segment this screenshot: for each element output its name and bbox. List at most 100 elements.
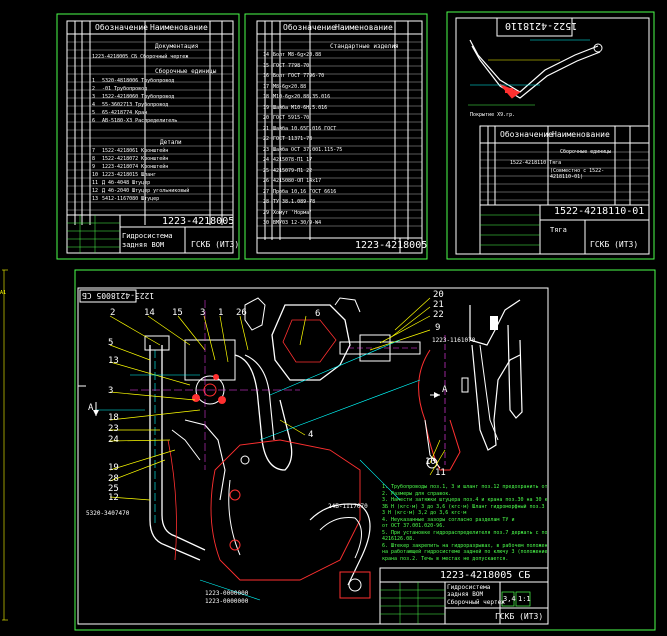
sheet2-row: 28 ТУ 38.1.089-78 <box>263 199 315 205</box>
sheet1-part-row: 8 1522-4218072 Кронштейн <box>92 156 168 162</box>
sheet1-unit-pos: 1 <box>92 78 96 84</box>
view-marker-right: А <box>442 385 448 395</box>
sheet1-unit-name: 65-4218774 Кран <box>102 110 148 116</box>
callout-9: 9 <box>435 323 441 333</box>
sheet2-header-left: Обозначение <box>283 23 336 32</box>
sheet1-unit-pos: 2 <box>92 86 96 92</box>
sheet3-header-left: Обозначение <box>500 130 553 139</box>
callout-10: 10 <box>425 457 436 467</box>
sheet2-name: Болт М8-6g×20.88 <box>273 52 322 58</box>
sheet1-unit-row: 4 55-3602713 Трубопровод <box>92 102 168 108</box>
sheet2-row: 21 Шайба 10.65Г.016 ГОСТ <box>263 126 336 132</box>
sheet1-part-name: Д 4б-2040 Штуцер угольниковый <box>102 188 190 194</box>
sheet2-pos: 30 <box>263 220 270 226</box>
sheet2-pos: 17 <box>263 83 270 90</box>
callout-24: 24 <box>108 435 119 445</box>
sheet3-note: Покрытие Х9.гр. <box>470 112 516 118</box>
main-ref-bottom2: 1223-0000000 <box>205 598 249 605</box>
sheet2-name: 4215079-П1 22 <box>273 167 313 174</box>
main-mass: 3,4 <box>503 595 516 603</box>
sheet1-part-name: 1522-4218061 Кронштейн <box>102 148 169 154</box>
callout-19: 19 <box>108 463 119 473</box>
sheet1-part-name: Д 4б-4048 Штуцер <box>102 180 151 186</box>
callout-21: 21 <box>433 300 444 310</box>
sheet1-part-pos: 9 <box>92 164 96 170</box>
sheet2-name: Хомут 'Норма' <box>273 209 313 216</box>
callout-20: 20 <box>433 290 444 300</box>
sheet1-part-name: 1522-4218072 Кронштейн <box>102 156 169 162</box>
sheet1-unit-pos: 3 <box>92 94 96 100</box>
main-company: ГСКБ (ИТЗ) <box>495 612 544 621</box>
main-side-code: 1223-4218005 СБ <box>82 291 155 300</box>
sheet2-pos: 19 <box>263 104 270 111</box>
sheet2-row: 27 Проба 10,16 ГОСТ 6616 <box>263 189 336 195</box>
sheet2-row: 17 М8-6g×20.88 <box>263 84 306 90</box>
sheet2-row: 14 Болт М8-6g×20.88 <box>263 52 321 58</box>
main-ref-mid: 24Б-1117070 <box>328 503 368 510</box>
sheet1-unit-row: 5 65-4218774 Кран <box>92 110 147 116</box>
sheet2-title-code: 1223-4218005 <box>355 240 428 251</box>
sheet3-item-note: (Совместно с 1522-4218110-01) <box>550 168 605 180</box>
callout-15: 15 <box>172 308 183 318</box>
callout-14: 14 <box>144 308 155 318</box>
sheet2-pos: 24 <box>263 157 270 163</box>
sheet1-unit-row: 2 -01 Трубопровод <box>92 86 147 92</box>
view-marker-left: А <box>88 403 94 413</box>
callout-3a: 3 <box>200 308 206 318</box>
sheet1-unit-name: -01 Трубопровод <box>102 86 148 92</box>
sheet1-part-pos: 10 <box>92 172 99 178</box>
sheet2-pos: 29 <box>263 209 270 216</box>
sheet1-part-pos: 7 <box>92 148 96 154</box>
sheet1-part-name: 5412-1167080 Штуцер <box>102 196 160 202</box>
sheet2-row: 18 М10-6g×20.88.35.016 <box>263 94 330 100</box>
sheet1-unit-name: 5320-4818006 Трубопровод <box>102 78 175 84</box>
sheet2-section: Стандартные изделия <box>330 43 399 50</box>
sheet1-unit-pos: 5 <box>92 110 96 116</box>
sheet2-name: Шайба ОСТ 37.001.115-75 <box>273 146 343 153</box>
sheet1-company: ГСКБ (ИТЗ) <box>191 240 240 249</box>
sheet1-part-pos: 11 <box>92 180 99 186</box>
sheet2-name: Шайба 10.65Г.016 ГОСТ <box>273 125 337 132</box>
callout-1: 1 <box>218 308 224 318</box>
sheet2-name: 4215078-П1 17 <box>273 157 313 163</box>
sheet2-pos: 16 <box>263 73 270 79</box>
sheet3-company: ГСКБ (ИТЗ) <box>590 240 639 249</box>
sheet2-pos: 14 <box>263 52 270 58</box>
sheet1-title-code: 1223-4218005 <box>162 216 235 227</box>
sheet1-part-pos: 12 <box>92 188 99 194</box>
sheet2-pos: 21 <box>263 125 270 132</box>
sheet2-name: Проба 10,16 ГОСТ 6616 <box>273 188 337 195</box>
sheet2-name: ТУ 38.1.089-78 <box>273 199 316 205</box>
note-line: 1. Трубопроводы поз.1, 3 и шланг поз.12 … <box>382 484 547 490</box>
main-ref-bottom1: 1223-0000000 <box>205 590 249 597</box>
sheet2-name: ГОСТ 5915-70 <box>273 115 310 121</box>
main-subtitle: Сборочный чертеж <box>447 599 505 606</box>
sheet2-pos: 20 <box>263 115 270 121</box>
sheet1-unit-row: 6 АВ-5180-ХЗ Распределитель <box>92 118 177 124</box>
sheet2-row: 15 ГОСТ 7798-70 <box>263 63 309 69</box>
sheet2-row: 29 Хомут 'Норма' <box>263 210 312 216</box>
sheet1-unit-row: 3 1522-4218060 Трубопровод <box>92 94 174 100</box>
callout-4: 4 <box>308 430 314 440</box>
sheet1-part-row: 9 1223-4218074 Кронштейн <box>92 164 168 170</box>
sheet2-row: 24 4215078-П1 17 <box>263 157 312 163</box>
callout-28: 28 <box>108 474 119 484</box>
sheet2-header-right: Наименование <box>335 23 393 32</box>
callout-5: 5 <box>108 338 114 348</box>
sheet1-part-pos: 13 <box>92 196 99 202</box>
technical-notes: 1. Трубопроводы поз.1, 3 и шланг поз.12 … <box>382 484 547 562</box>
sheet2-pos: 15 <box>263 62 270 69</box>
sheet1-unit-name: АВ-5180-ХЗ Распределитель <box>102 118 178 124</box>
sheet2-name: Шайба М10-6Н.5.016 <box>273 104 328 111</box>
sheet2-pos: 28 <box>263 199 270 205</box>
sheet2-pos: 27 <box>263 188 270 195</box>
sheet3-header-right: Наименование <box>552 130 610 139</box>
sheet2-name: М8-6g×20.88 <box>273 83 307 90</box>
sheet2-name: М10-6g×20.88.35.016 <box>273 94 331 100</box>
note-line: на работающей гидросистеме задней по клю… <box>382 549 547 555</box>
sheet2-pos: 22 <box>263 136 270 142</box>
sheet1-header-right: Наименование <box>150 23 208 32</box>
sheet3-item: 1522-4218110 Тяга <box>510 160 562 166</box>
main-scale: 1:1 <box>518 595 531 603</box>
sheet1-part-row: 13 5412-1167080 Штуцер <box>92 196 159 202</box>
